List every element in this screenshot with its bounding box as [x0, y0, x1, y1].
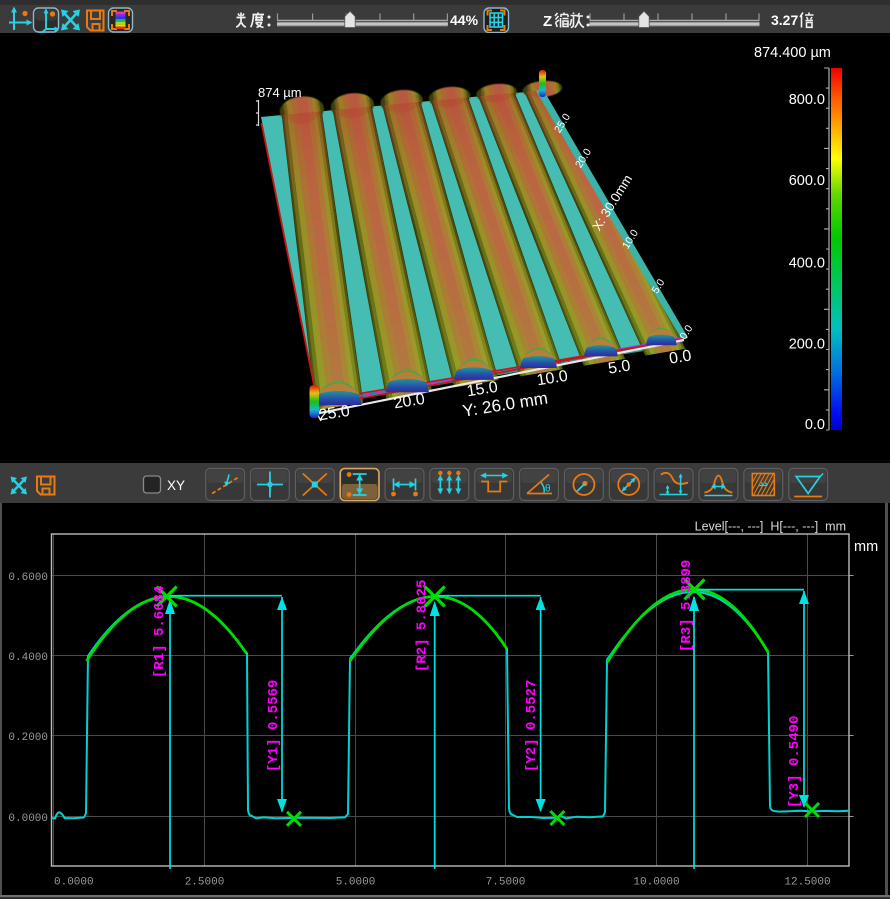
svg-text:10.0000: 10.0000 [633, 877, 679, 889]
svg-text:200.0: 200.0 [789, 337, 825, 353]
svg-text:[R1] 5.6684: [R1] 5.6684 [152, 586, 168, 678]
svg-text:Z: Z [543, 13, 552, 30]
svg-text:0.0: 0.0 [805, 417, 825, 433]
svg-text:12.5000: 12.5000 [784, 877, 830, 889]
svg-text:600.0: 600.0 [789, 173, 825, 189]
svg-text:5.0000: 5.0000 [336, 877, 376, 889]
svg-text:874 µm: 874 µm [258, 85, 302, 100]
svg-text:[Y1] 0.5569: [Y1] 0.5569 [266, 680, 282, 772]
svg-text:0.0000: 0.0000 [8, 813, 48, 825]
svg-text:[Y2] 0.5527: [Y2] 0.5527 [524, 680, 540, 772]
svg-text:0.6000: 0.6000 [8, 572, 48, 584]
svg-text:2.5000: 2.5000 [185, 877, 225, 889]
svg-text:[Y3] 0.5490: [Y3] 0.5490 [787, 716, 803, 808]
svg-text:0.4000: 0.4000 [8, 652, 48, 664]
svg-text:400.0: 400.0 [789, 256, 825, 272]
svg-text:Level[---, ---] H[---, ---]: Level[---, ---] H[---, ---] mm [695, 520, 846, 534]
svg-text:874.400 µm: 874.400 µm [754, 45, 831, 61]
svg-text:[R3] 5.3899: [R3] 5.3899 [679, 560, 695, 652]
svg-text:800.0: 800.0 [789, 92, 825, 108]
svg-text:[R2] 5.8625: [R2] 5.8625 [415, 580, 431, 672]
svg-text:0.0: 0.0 [668, 347, 693, 367]
svg-text:44%: 44% [450, 12, 479, 28]
svg-text:0.2000: 0.2000 [8, 732, 48, 744]
svg-text:XY: XY [167, 478, 185, 493]
svg-text:3.27: 3.27 [771, 12, 798, 28]
svg-text:5.0: 5.0 [607, 357, 632, 377]
svg-text:7.5000: 7.5000 [486, 877, 526, 889]
svg-text:θ: θ [545, 484, 551, 495]
svg-text:mm: mm [854, 539, 878, 555]
svg-text:0.0000: 0.0000 [54, 877, 94, 889]
